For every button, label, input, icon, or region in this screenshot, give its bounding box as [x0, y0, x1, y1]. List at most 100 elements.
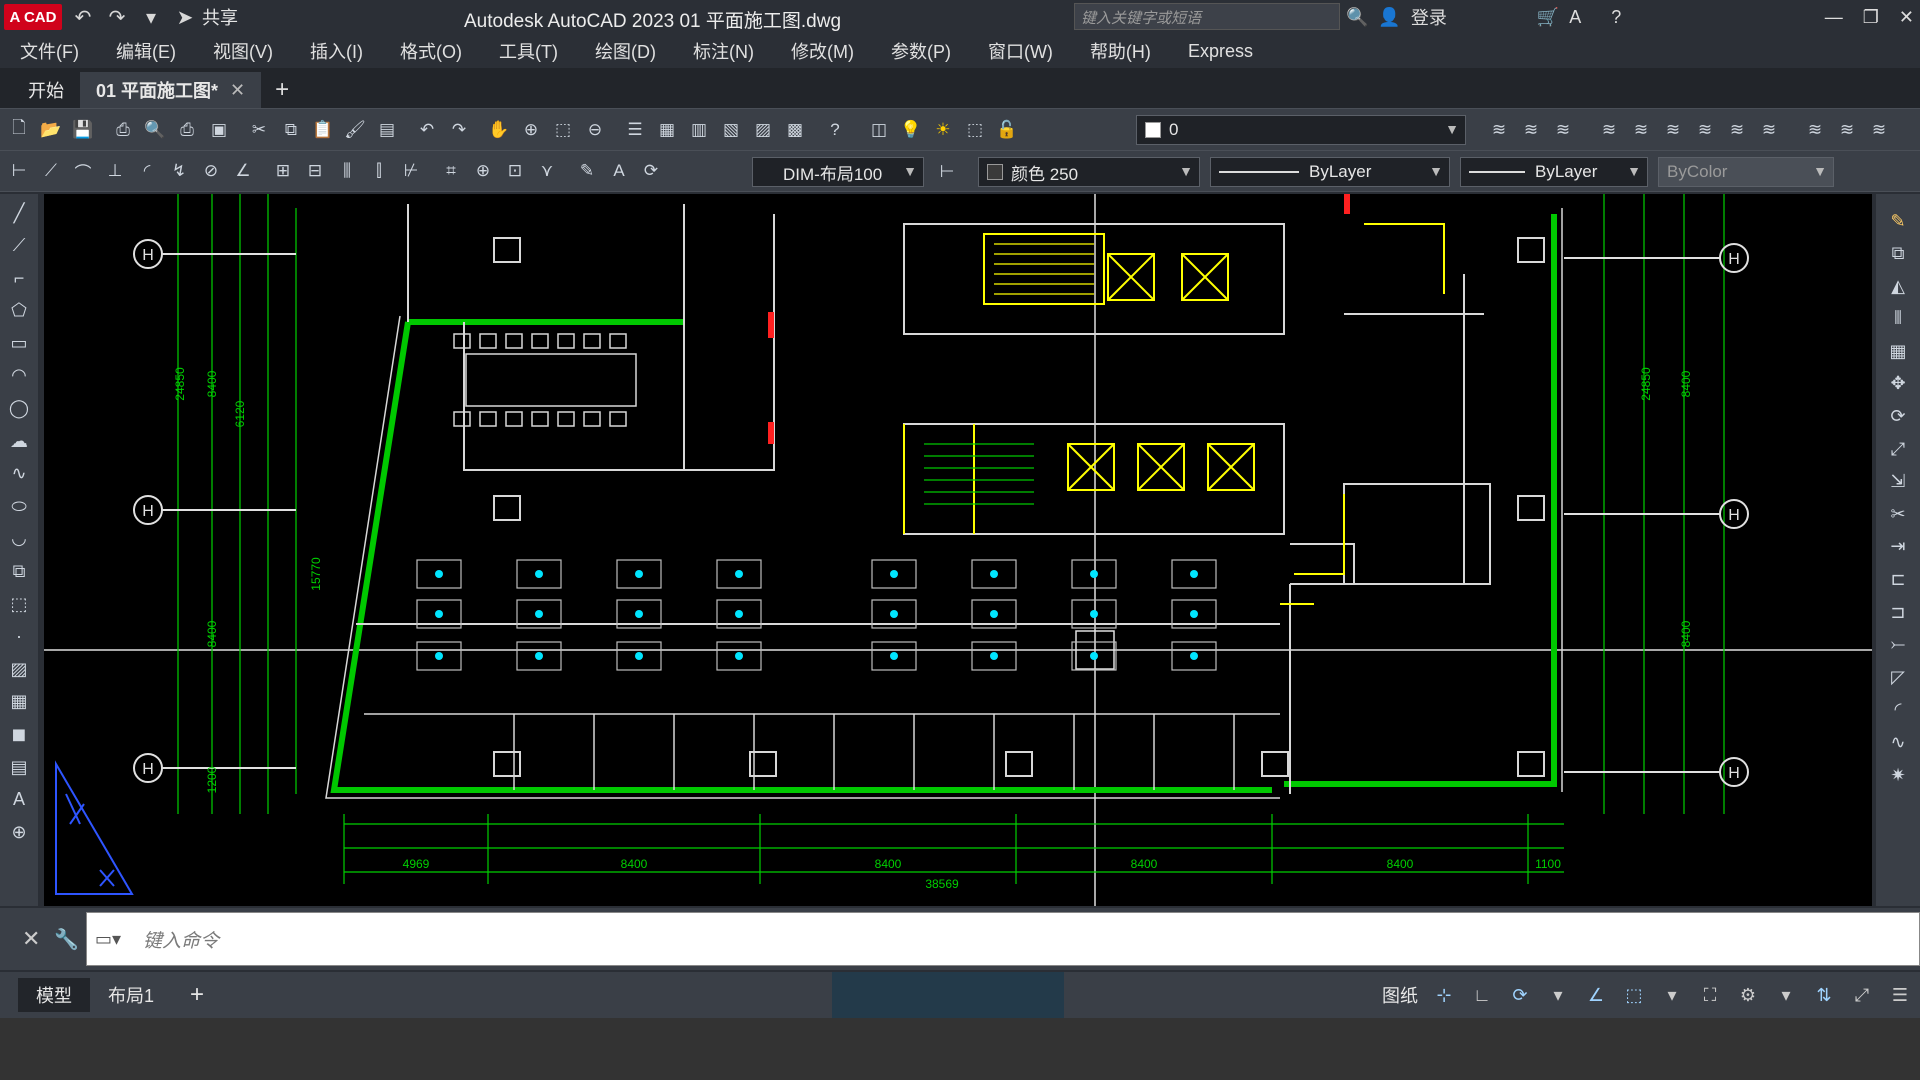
- inspection-icon[interactable]: ⊡: [502, 158, 528, 184]
- menu-edit[interactable]: 编辑(E): [116, 38, 176, 64]
- calculator-icon[interactable]: ▩: [782, 117, 808, 143]
- add-layout-button[interactable]: +: [172, 978, 222, 1012]
- zoom-previous-icon[interactable]: ⊖: [582, 117, 608, 143]
- arc-icon[interactable]: ◠: [6, 363, 32, 389]
- point-icon[interactable]: ·: [6, 624, 32, 650]
- blend-curves-icon[interactable]: ∿: [1885, 730, 1911, 756]
- color-dropdown[interactable]: 颜色 250 ▼: [978, 157, 1200, 187]
- redo-icon[interactable]: ↷: [104, 4, 130, 30]
- construction-line-icon[interactable]: ⟋: [6, 233, 32, 259]
- autodesk-app-icon[interactable]: A: [1569, 7, 1581, 28]
- revision-cloud-icon[interactable]: ☁: [6, 428, 32, 454]
- dimension-style-dropdown[interactable]: DIM-布局100 ▼: [752, 157, 924, 187]
- angular-dimension-icon[interactable]: ∠: [230, 158, 256, 184]
- close-tab-icon[interactable]: ✕: [230, 80, 245, 101]
- tab-start[interactable]: 开始: [12, 72, 80, 108]
- menu-format[interactable]: 格式(O): [400, 38, 462, 64]
- layer-isolate-icon[interactable]: ≋: [1596, 117, 1622, 143]
- help-toolbar-icon[interactable]: ?: [822, 117, 848, 143]
- menu-express[interactable]: Express: [1188, 41, 1253, 62]
- tab-layout1[interactable]: 布局1: [90, 978, 172, 1012]
- layer-off-icon[interactable]: ≋: [1724, 117, 1750, 143]
- customize-wrench-icon[interactable]: 🔧: [54, 927, 82, 952]
- layer-delete-icon[interactable]: ≋: [1834, 117, 1860, 143]
- linetype-dropdown[interactable]: ByLayer ▼: [1210, 157, 1450, 187]
- paper-space-toggle[interactable]: 图纸: [1382, 982, 1418, 1008]
- share-button[interactable]: 共享: [202, 4, 238, 30]
- ortho-icon[interactable]: ∟: [1470, 983, 1494, 1007]
- chevron-down-icon[interactable]: ▾: [1546, 983, 1570, 1007]
- polyline-icon[interactable]: ⌐: [6, 265, 32, 291]
- pan-icon[interactable]: ✋: [486, 117, 512, 143]
- layer-previous-icon[interactable]: ≋: [1518, 117, 1544, 143]
- dimension-break-icon[interactable]: ⊬: [398, 158, 424, 184]
- layer-viewport-icon[interactable]: ⬚: [962, 117, 988, 143]
- layer-match-icon[interactable]: ≋: [1660, 117, 1686, 143]
- cart-icon[interactable]: 🛒: [1537, 7, 1559, 28]
- break-at-point-icon[interactable]: ⊏: [1885, 567, 1911, 593]
- tool-palettes-icon[interactable]: ▥: [686, 117, 712, 143]
- aligned-dimension-icon[interactable]: ⟋: [38, 158, 64, 184]
- sheet-set-icon[interactable]: ▧: [718, 117, 744, 143]
- drawing-canvas[interactable]: H H H H H H 4969 8400 8400 8400 8400 110…: [44, 194, 1872, 906]
- zoom-realtime-icon[interactable]: ⊕: [518, 117, 544, 143]
- command-input[interactable]: ▭▾ 键入命令: [86, 912, 1920, 966]
- zoom-window-icon[interactable]: ⬚: [550, 117, 576, 143]
- hatch-icon[interactable]: ▨: [6, 656, 32, 682]
- ellipse-arc-icon[interactable]: ◡: [6, 526, 32, 552]
- fullscreen-icon[interactable]: ⤢: [1850, 983, 1874, 1007]
- menu-window[interactable]: 窗口(W): [988, 38, 1053, 64]
- layer-properties-icon[interactable]: ◫: [866, 117, 892, 143]
- menu-help[interactable]: 帮助(H): [1090, 38, 1151, 64]
- object-snap-icon[interactable]: ⬚: [1622, 983, 1646, 1007]
- save-icon[interactable]: 💾: [70, 117, 96, 143]
- layer-copy-icon[interactable]: ≋: [1866, 117, 1892, 143]
- share-icon[interactable]: ➤: [172, 4, 198, 30]
- table-icon[interactable]: ▤: [6, 754, 32, 780]
- linear-dimension-icon[interactable]: ⊢: [6, 158, 32, 184]
- layer-merge-icon[interactable]: ≋: [1802, 117, 1828, 143]
- line-icon[interactable]: ╱: [6, 200, 32, 226]
- block-editor-icon[interactable]: ▤: [374, 117, 400, 143]
- layer-unisolate-icon[interactable]: ≋: [1628, 117, 1654, 143]
- open-file-icon[interactable]: 📂: [38, 117, 64, 143]
- dimension-update-icon[interactable]: ⟳: [638, 158, 664, 184]
- properties-icon[interactable]: ☰: [622, 117, 648, 143]
- lineweight-dropdown[interactable]: ByLayer ▼: [1460, 157, 1648, 187]
- layer-lock-icon[interactable]: 🔓: [994, 117, 1020, 143]
- paste-icon[interactable]: 📋: [310, 117, 336, 143]
- jogged-dimension-icon[interactable]: ↯: [166, 158, 192, 184]
- layer-state-icon[interactable]: ≋: [1550, 117, 1576, 143]
- dimension-space-icon[interactable]: ⫿: [366, 158, 392, 184]
- multiline-text-icon[interactable]: A: [6, 787, 32, 813]
- cut-icon[interactable]: ✂: [246, 117, 272, 143]
- floor-plan-drawing[interactable]: H H H H H H 4969 8400 8400 8400 8400 110…: [44, 194, 1872, 906]
- menu-modify[interactable]: 修改(M): [791, 38, 854, 64]
- layer-walk-icon[interactable]: ≋: [1756, 117, 1782, 143]
- spline-icon[interactable]: ∿: [6, 461, 32, 487]
- tab-model[interactable]: 模型: [18, 978, 90, 1012]
- menu-tools[interactable]: 工具(T): [499, 38, 558, 64]
- menu-parameter[interactable]: 参数(P): [891, 38, 951, 64]
- close-icon[interactable]: ✕: [1899, 7, 1914, 28]
- tab-drawing[interactable]: 01 平面施工图* ✕: [80, 72, 262, 108]
- erase-icon[interactable]: ✎: [1885, 208, 1911, 234]
- make-block-icon[interactable]: ⬚: [6, 591, 32, 617]
- plot-icon[interactable]: ⎙: [174, 117, 200, 143]
- layer-change-icon[interactable]: ≋: [1692, 117, 1718, 143]
- extend-icon[interactable]: ⇥: [1885, 534, 1911, 560]
- diameter-dimension-icon[interactable]: ⊘: [198, 158, 224, 184]
- insert-block-icon[interactable]: ⧉: [6, 559, 32, 585]
- plotstyle-dropdown[interactable]: ByColor ▼: [1658, 157, 1834, 187]
- undo-icon[interactable]: ↶: [70, 4, 96, 30]
- help-search-input[interactable]: 键入关键字或短语: [1074, 3, 1340, 30]
- command-prompt-icon[interactable]: ▭▾: [95, 929, 121, 950]
- chevron-down-icon[interactable]: ▾: [1660, 983, 1684, 1007]
- menu-file[interactable]: 文件(F): [20, 38, 79, 64]
- offset-icon[interactable]: ⫴: [1885, 306, 1911, 332]
- scale-icon[interactable]: ⤢: [1885, 436, 1911, 462]
- menu-view[interactable]: 视图(V): [213, 38, 273, 64]
- chamfer-icon[interactable]: ◸: [1885, 664, 1911, 690]
- minimize-icon[interactable]: —: [1825, 7, 1843, 28]
- trim-icon[interactable]: ✂: [1885, 501, 1911, 527]
